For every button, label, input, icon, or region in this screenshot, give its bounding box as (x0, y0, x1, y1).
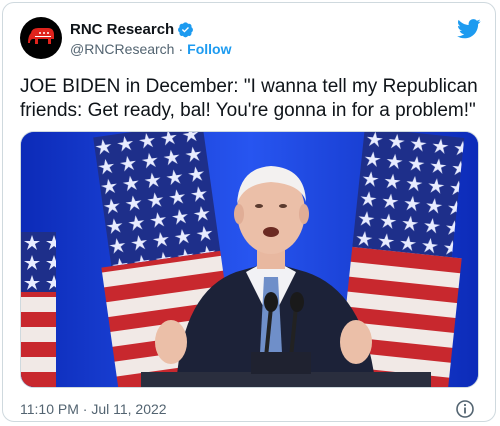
twitter-bird-icon[interactable] (457, 19, 481, 39)
tweet-text: JOE BIDEN in December: "I wanna tell my … (20, 76, 478, 121)
follow-button[interactable]: Follow (187, 41, 231, 57)
embedded-tweet-card: RNC Research @RNCResearch · Follow JOE B… (2, 2, 496, 422)
author-handle[interactable]: @RNCResearch (70, 41, 174, 57)
tweet-media-image[interactable] (20, 131, 479, 388)
info-circle-icon[interactable] (455, 399, 475, 419)
handle-separator: · (178, 41, 184, 57)
tweet-header: RNC Research @RNCResearch · Follow (20, 17, 481, 61)
tweet-timestamp[interactable]: 11:10 PM · Jul 11, 2022 (20, 401, 167, 417)
avatar[interactable] (20, 17, 62, 59)
handle-row: @RNCResearch · Follow (70, 41, 231, 57)
republican-elephant-logo-icon (28, 28, 54, 44)
author-names: RNC Research @RNCResearch · Follow (70, 19, 231, 58)
speaker-at-podium-image (21, 132, 478, 387)
verified-badge-icon (178, 21, 194, 37)
name-row: RNC Research (70, 19, 231, 39)
author-display-name[interactable]: RNC Research (70, 21, 174, 38)
tweet-footer: 11:10 PM · Jul 11, 2022 (20, 399, 475, 419)
